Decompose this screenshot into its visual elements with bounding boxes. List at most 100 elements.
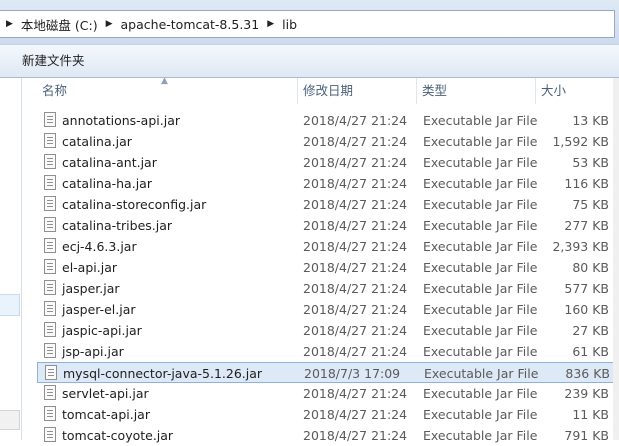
- file-name: jsp-api.jar: [62, 344, 124, 359]
- jar-file-icon: [44, 280, 56, 295]
- jar-file-icon: [44, 133, 56, 148]
- file-type: Executable Jar File: [423, 260, 538, 275]
- file-row[interactable]: catalina-tribes.jar 2018/4/27 21:24 Execut…: [37, 215, 619, 236]
- file-row[interactable]: jasper-el.jar 2018/4/27 21:24 Executable J…: [37, 299, 619, 320]
- jar-file-icon: [45, 365, 57, 380]
- navigation-pane[interactable]: [0, 78, 22, 440]
- file-row[interactable]: jsp-api.jar 2018/4/27 21:24 Executable Jar…: [37, 341, 619, 362]
- file-size: 160 KB: [564, 302, 609, 317]
- file-modified-date: 2018/4/27 21:24: [303, 407, 408, 422]
- file-type: Executable Jar File: [423, 134, 538, 149]
- column-header-name[interactable]: 名称: [37, 78, 298, 104]
- file-row[interactable]: catalina-ant.jar 2018/4/27 21:24 Executabl…: [37, 152, 619, 173]
- jar-file-icon: [44, 154, 56, 169]
- file-modified-date: 2018/4/27 21:24: [303, 134, 408, 149]
- file-size: 239 KB: [564, 386, 609, 401]
- column-header-size[interactable]: 大小: [536, 78, 613, 104]
- chevron-right-icon[interactable]: ▶: [100, 19, 119, 29]
- file-name: catalina.jar: [62, 134, 132, 149]
- file-name: tomcat-coyote.jar: [62, 428, 174, 443]
- address-bar: ▶ 本地磁盘 (C:) ▶ apache-tomcat-8.5.31 ▶ lib: [0, 0, 619, 44]
- column-header-type[interactable]: 类型: [417, 78, 536, 104]
- file-name: servlet-api.jar: [62, 386, 149, 401]
- breadcrumb-lib-folder[interactable]: lib: [280, 17, 299, 32]
- file-size: 75 KB: [572, 197, 609, 212]
- file-modified-date: 2018/4/27 21:24: [303, 344, 408, 359]
- file-modified-date: 2018/4/27 21:24: [303, 260, 408, 275]
- file-modified-date: 2018/4/27 21:24: [303, 113, 408, 128]
- file-modified-date: 2018/4/27 21:24: [303, 281, 408, 296]
- file-modified-date: 2018/4/27 21:24: [303, 239, 408, 254]
- file-size: 53 KB: [572, 155, 609, 170]
- file-name: ecj-4.6.3.jar: [62, 239, 137, 254]
- file-size: 116 KB: [564, 176, 609, 191]
- file-modified-date: 2018/4/27 21:24: [303, 302, 408, 317]
- jar-file-icon: [44, 322, 56, 337]
- file-name: jasper.jar: [62, 281, 120, 296]
- file-size: 791 KB: [564, 428, 609, 443]
- file-type: Executable Jar File: [423, 113, 538, 128]
- breadcrumb-tomcat-folder[interactable]: apache-tomcat-8.5.31: [119, 17, 262, 32]
- file-name: annotations-api.jar: [62, 113, 180, 128]
- chevron-right-icon[interactable]: ▶: [261, 19, 280, 29]
- column-header-date[interactable]: 修改日期: [298, 78, 417, 104]
- file-row[interactable]: catalina-storeconfig.jar 2018/4/27 21:24 E…: [37, 194, 619, 215]
- file-size: 61 KB: [572, 344, 609, 359]
- file-type: Executable Jar File: [423, 239, 538, 254]
- file-size: 836 KB: [565, 366, 610, 381]
- file-modified-date: 2018/4/27 21:24: [303, 428, 408, 443]
- file-row[interactable]: el-api.jar 2018/4/27 21:24 Executable Jar …: [37, 257, 619, 278]
- jar-file-icon: [44, 238, 56, 253]
- file-row[interactable]: mysql-connector-java-5.1.26.jar 2018/7/3 …: [37, 362, 619, 383]
- jar-file-icon: [44, 217, 56, 232]
- file-row[interactable]: tomcat-api.jar 2018/4/27 21:24 Executable …: [37, 404, 619, 425]
- jar-file-icon: [44, 196, 56, 211]
- file-row[interactable]: catalina.jar 2018/4/27 21:24 Executable Ja…: [37, 131, 619, 152]
- file-name: catalina-tribes.jar: [62, 218, 173, 233]
- file-size: 13 KB: [572, 113, 609, 128]
- file-type: Executable Jar File: [423, 155, 538, 170]
- file-type: Executable Jar File: [423, 344, 538, 359]
- file-row[interactable]: tomcat-coyote.jar 2018/4/27 21:24 Executab…: [37, 425, 619, 446]
- file-type: Executable Jar File: [423, 407, 538, 422]
- file-type: Executable Jar File: [423, 428, 538, 443]
- vertical-scrollbar[interactable]: [613, 78, 619, 440]
- file-modified-date: 2018/4/27 21:24: [303, 176, 408, 191]
- file-row[interactable]: jasper.jar 2018/4/27 21:24 Executable Jar …: [37, 278, 619, 299]
- file-size: 2,393 KB: [552, 239, 609, 254]
- jar-file-icon: [44, 343, 56, 358]
- file-name: mysql-connector-java-5.1.26.jar: [63, 366, 263, 381]
- breadcrumb[interactable]: ▶ 本地磁盘 (C:) ▶ apache-tomcat-8.5.31 ▶ lib: [0, 10, 615, 38]
- toolbar: 新建文件夹: [0, 44, 619, 78]
- file-size: 27 KB: [572, 323, 609, 338]
- file-row[interactable]: annotations-api.jar 2018/4/27 21:24 Execut…: [37, 110, 619, 131]
- file-modified-date: 2018/4/27 21:24: [303, 386, 408, 401]
- file-type: Executable Jar File: [423, 281, 538, 296]
- file-modified-date: 2018/4/27 21:24: [303, 218, 408, 233]
- file-type: Executable Jar File: [423, 176, 538, 191]
- nav-pane-item[interactable]: [0, 294, 20, 316]
- jar-file-icon: [44, 406, 56, 421]
- file-name: jasper-el.jar: [62, 302, 136, 317]
- jar-file-icon: [44, 385, 56, 400]
- jar-file-icon: [44, 259, 56, 274]
- file-row[interactable]: ecj-4.6.3.jar 2018/4/27 21:24 Executable J…: [37, 236, 619, 257]
- file-size: 1,592 KB: [552, 134, 609, 149]
- jar-file-icon: [44, 301, 56, 316]
- jar-file-icon: [44, 175, 56, 190]
- breadcrumb-local-disk[interactable]: 本地磁盘 (C:): [19, 15, 100, 34]
- nav-pane-item[interactable]: [0, 410, 20, 430]
- file-row[interactable]: jaspic-api.jar 2018/4/27 21:24 Executable …: [37, 320, 619, 341]
- column-header: ▲ 名称 修改日期 类型 大小: [37, 76, 619, 104]
- chevron-right-icon[interactable]: ▶: [0, 19, 19, 29]
- file-row[interactable]: servlet-api.jar 2018/4/27 21:24 Executable…: [37, 383, 619, 404]
- file-row[interactable]: catalina-ha.jar 2018/4/27 21:24 Executable…: [37, 173, 619, 194]
- file-name: jaspic-api.jar: [62, 323, 142, 338]
- file-name: catalina-ant.jar: [62, 155, 157, 170]
- jar-file-icon: [44, 112, 56, 127]
- new-folder-button[interactable]: 新建文件夹: [14, 50, 93, 72]
- file-name: catalina-storeconfig.jar: [62, 197, 207, 212]
- file-type: Executable Jar File: [423, 386, 538, 401]
- file-name: el-api.jar: [62, 260, 117, 275]
- file-type: Executable Jar File: [423, 302, 538, 317]
